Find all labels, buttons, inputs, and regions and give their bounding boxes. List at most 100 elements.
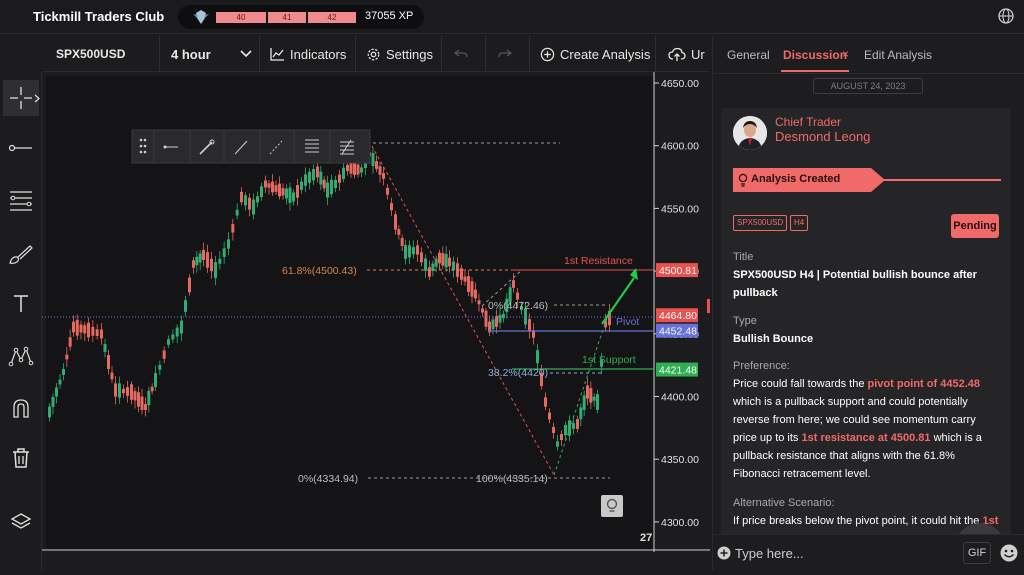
price-axis-label: 4400.00: [661, 392, 699, 404]
candle-body: [548, 412, 551, 420]
drawing-object-toolbar[interactable]: [131, 129, 371, 164]
candle-body: [308, 171, 311, 183]
tab-general[interactable]: General: [727, 48, 770, 62]
indicators-button[interactable]: Indicators: [260, 36, 356, 72]
candle-body: [167, 339, 170, 345]
support-label[interactable]: 1st Support: [582, 354, 636, 366]
candle-body: [528, 319, 531, 332]
candle-body: [371, 152, 375, 167]
candle-body: [572, 423, 575, 429]
crosshair-tool[interactable]: [3, 80, 40, 116]
candle-body: [322, 179, 326, 189]
candle-body: [334, 179, 337, 189]
globe-icon[interactable]: [997, 7, 1015, 25]
xp-level-segment: 42: [308, 12, 356, 23]
candle-body: [231, 224, 235, 233]
fibonacci-icon: [10, 191, 32, 211]
candle-body: [596, 394, 599, 410]
xp-progress[interactable]: 40 41 42 37055 XP: [178, 5, 424, 29]
delete-tool[interactable]: [3, 440, 39, 476]
trendline-icon: [8, 144, 32, 152]
magnet-tool[interactable]: [3, 390, 39, 426]
price-chart[interactable]: 1st Resistance Pivot 1st Support 61.8%(4…: [42, 72, 710, 570]
text-icon: [14, 295, 28, 312]
pattern-tool[interactable]: [3, 338, 39, 374]
chart-toolbar: SPX500USD 4 hour Indicators Settings Cre…: [42, 36, 710, 72]
chart-canvas[interactable]: 1st Resistance Pivot 1st Support 61.8%(4…: [42, 72, 710, 570]
candle-body: [95, 329, 99, 337]
candle-body: [404, 245, 407, 259]
timeframe-tag: H4: [790, 215, 809, 231]
pivot-label[interactable]: Pivot: [616, 316, 639, 328]
candle-body: [516, 292, 519, 300]
fib-618-label: 61.8%(4500.43): [282, 265, 357, 277]
price-tag-label: 4421.48: [659, 365, 697, 377]
candle-body: [150, 386, 154, 392]
tab-discussion[interactable]: Discussion: [783, 48, 847, 62]
candle-body: [586, 385, 589, 399]
upload-button[interactable]: Ur: [656, 36, 710, 72]
candle-body: [256, 196, 259, 203]
fibonacci-tool[interactable]: [3, 182, 39, 218]
add-attachment-icon[interactable]: [717, 546, 731, 560]
candle-body: [378, 166, 382, 175]
ribbon-label: Analysis Created: [751, 173, 841, 185]
redo-button[interactable]: [486, 36, 530, 72]
plus-circle-icon: [540, 47, 555, 61]
candle-body: [589, 388, 593, 403]
candle-body: [260, 186, 263, 198]
candle-body: [79, 324, 83, 333]
candle-body: [467, 276, 470, 292]
fib-0-top-label: 0%(4472.46): [488, 300, 548, 312]
candle-body: [495, 316, 498, 327]
candle-body: [536, 350, 539, 364]
lightbulb-small-icon: [738, 173, 748, 187]
candle-body: [394, 214, 397, 230]
brand-title[interactable]: Tickmill Traders Club: [33, 9, 164, 24]
layers-tool[interactable]: [3, 504, 39, 540]
interval-selector[interactable]: 4 hour: [160, 36, 260, 72]
brush-tool[interactable]: [3, 236, 39, 272]
price-axis-label: 4550.00: [661, 203, 699, 215]
candle-body: [240, 191, 243, 203]
candle-body: [296, 184, 299, 198]
settings-button[interactable]: Settings: [356, 36, 442, 72]
gear-icon: [367, 48, 380, 60]
candle-body: [51, 396, 55, 408]
analysis-created-ribbon: Analysis Created: [733, 168, 1001, 192]
candle-body: [264, 180, 267, 188]
gif-button[interactable]: GIF: [963, 542, 991, 564]
tab-edit-analysis[interactable]: Edit Analysis: [864, 48, 932, 62]
indicators-icon: [270, 48, 284, 61]
date-separator: AUGUST 24, 2023: [813, 78, 923, 94]
resistance-label[interactable]: 1st Resistance: [564, 255, 633, 267]
candle-body: [382, 173, 385, 179]
emoji-icon[interactable]: [999, 543, 1019, 563]
trendline-tool[interactable]: [3, 130, 39, 166]
candle-body: [353, 163, 356, 175]
candle-body: [244, 195, 247, 206]
candle-body: [312, 169, 315, 181]
create-analysis-button[interactable]: Create Analysis: [530, 36, 656, 72]
candle-body: [278, 183, 281, 197]
candle-body: [198, 253, 202, 263]
panel-resize-handle[interactable]: [707, 299, 710, 313]
price-axis-label: 4350.00: [661, 454, 699, 466]
candle-body: [100, 329, 103, 339]
candle-body: [103, 344, 107, 352]
lightbulb-icon[interactable]: [601, 495, 623, 517]
text-tool[interactable]: [3, 286, 39, 322]
candle-body: [397, 229, 401, 235]
author-name[interactable]: Desmond Leong: [775, 129, 870, 144]
close-tab-icon[interactable]: ×: [842, 47, 849, 61]
message-input[interactable]: [735, 543, 955, 563]
symbol-selector[interactable]: SPX500USD: [42, 36, 160, 72]
undo-button[interactable]: [442, 36, 486, 72]
layers-icon: [10, 513, 32, 529]
upload-label: Ur: [691, 46, 705, 62]
candle-body: [444, 253, 448, 268]
candle-body: [416, 245, 419, 255]
candle-body: [579, 407, 583, 420]
candle-body: [252, 199, 255, 215]
avatar[interactable]: [733, 116, 767, 150]
